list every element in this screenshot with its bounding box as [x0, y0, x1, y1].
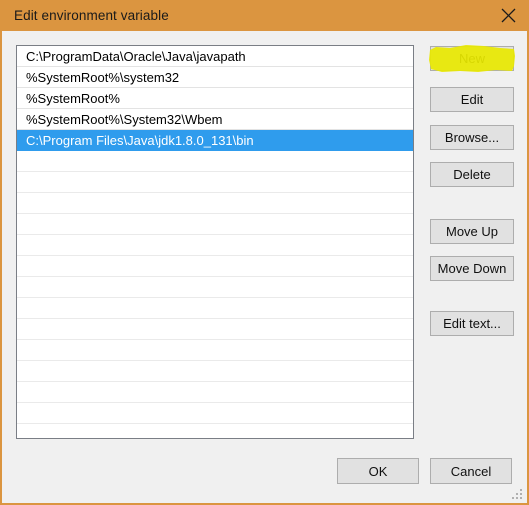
- list-item-empty[interactable]: [17, 340, 413, 361]
- list-item-empty[interactable]: [17, 235, 413, 256]
- list-item[interactable]: C:\ProgramData\Oracle\Java\javapath: [17, 46, 413, 67]
- edit-text-button[interactable]: Edit text...: [430, 311, 514, 336]
- ok-button[interactable]: OK: [337, 458, 419, 484]
- list-item-empty[interactable]: [17, 361, 413, 382]
- edit-button[interactable]: Edit: [430, 87, 514, 112]
- list-item-empty[interactable]: [17, 298, 413, 319]
- list-item-selected[interactable]: C:\Program Files\Java\jdk1.8.0_131\bin: [17, 130, 413, 151]
- list-item-empty[interactable]: [17, 172, 413, 193]
- path-entries-listbox[interactable]: C:\ProgramData\Oracle\Java\javapath %Sys…: [16, 45, 414, 439]
- list-item-empty[interactable]: [17, 151, 413, 172]
- move-up-button[interactable]: Move Up: [430, 219, 514, 244]
- resize-grip[interactable]: [511, 488, 524, 501]
- list-item[interactable]: %SystemRoot%\system32: [17, 67, 413, 88]
- list-item-empty[interactable]: [17, 319, 413, 340]
- list-item-empty[interactable]: [17, 256, 413, 277]
- list-item-empty[interactable]: [17, 214, 413, 235]
- delete-button[interactable]: Delete: [430, 162, 514, 187]
- window-title: Edit environment variable: [14, 8, 169, 23]
- cancel-button[interactable]: Cancel: [430, 458, 512, 484]
- list-item-empty[interactable]: [17, 277, 413, 298]
- new-button[interactable]: New: [430, 46, 514, 71]
- title-bar: Edit environment variable: [2, 0, 527, 31]
- list-item[interactable]: %SystemRoot%: [17, 88, 413, 109]
- list-item-empty[interactable]: [17, 403, 413, 424]
- browse-button[interactable]: Browse...: [430, 125, 514, 150]
- list-item[interactable]: %SystemRoot%\System32\Wbem: [17, 109, 413, 130]
- edit-environment-variable-dialog: Edit environment variable C:\ProgramData…: [0, 0, 529, 505]
- list-item-empty[interactable]: [17, 193, 413, 214]
- list-item-empty[interactable]: [17, 382, 413, 403]
- close-icon[interactable]: [486, 0, 527, 31]
- move-down-button[interactable]: Move Down: [430, 256, 514, 281]
